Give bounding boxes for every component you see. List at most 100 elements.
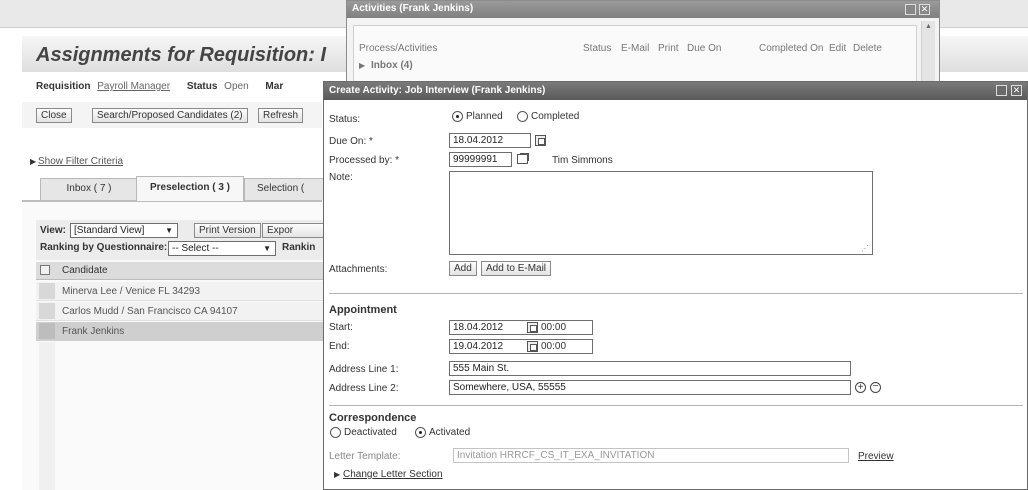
expand-arrow-icon: ▶ [334,470,341,479]
status-label: Status [186,81,218,92]
table-row[interactable]: Frank Jenkins [36,322,324,341]
tab-selection-label: Selection ( [257,183,305,194]
add-to-email-button[interactable]: Add to E-Mail [481,261,552,276]
table-settings-icon[interactable] [40,265,50,275]
tab-preselection-label: Preselection ( 3 ) [149,182,231,193]
activities-scrollbar[interactable]: ▲ [921,21,935,83]
candidate-column-header: Candidate [62,265,108,276]
start-label: Start: [329,322,353,333]
end-date-input[interactable]: 19.04.2012 [449,339,593,354]
radio-activated[interactable] [415,427,426,438]
activities-content [353,25,917,83]
letter-template-input: Invitation HRRCF_CS_IT_EXA_INVITATION [453,448,849,463]
candidate-name: Minerva Lee / Venice FL 34293 [62,286,201,297]
radio-completed-label: Completed [531,111,580,122]
row-selector[interactable] [39,303,55,319]
minus-icon[interactable]: − [870,382,881,393]
value-help-icon[interactable] [517,154,528,164]
maximize-icon[interactable] [996,85,1007,96]
col-due-on: Due On [687,43,722,54]
address-line1-input[interactable]: 555 Main St. [449,361,851,376]
processed-by-name: Tim Simmons [552,155,613,166]
mar-label: Mar [265,81,284,92]
col-status: Status [583,43,612,54]
view-select[interactable]: [Standard View] ▼ [70,223,178,238]
view-label: View: [40,225,66,236]
end-time-value[interactable]: 00:00 [541,341,566,352]
preview-link[interactable]: Preview [858,451,894,462]
chevron-down-icon: ▼ [165,226,173,235]
radio-deactivated[interactable] [330,427,341,438]
requisition-link[interactable]: Payroll Manager [97,81,170,92]
requisition-label: Requisition [36,81,91,92]
section-divider [329,293,1023,294]
plus-icon[interactable]: + [855,382,866,393]
due-on-input[interactable]: 18.04.2012 [449,133,531,148]
processed-by-label: Processed by: * [329,155,400,166]
export-button[interactable]: Expor [262,223,326,238]
start-time-value[interactable]: 00:00 [541,322,566,333]
expand-arrow-icon[interactable]: ▶ [359,61,365,70]
expand-arrow-icon: ▶ [30,157,37,166]
address-line1-label: Address Line 1: [329,364,399,375]
col-edit: Edit [829,43,847,54]
calendar-icon[interactable] [535,135,546,146]
tab-inbox[interactable]: Inbox ( 7 ) [40,178,138,200]
close-button[interactable]: Close [36,108,72,123]
change-letter-section-link[interactable]: Change Letter Section [343,469,443,480]
address-line2-input[interactable]: Somewhere, USA, 55555 [449,380,851,395]
calendar-icon[interactable] [527,341,538,352]
dialog-titlebar: Create Activity: Job Interview (Frank Je… [324,82,1027,100]
activities-titlebar: Activities (Frank Jenkins) [347,1,939,18]
row-selector[interactable] [39,323,55,339]
col-completed-on: Completed On [759,43,824,54]
tab-inbox-label: Inbox ( 7 ) [66,183,112,194]
scroll-up-icon[interactable]: ▲ [925,23,932,30]
start-date-input[interactable]: 18.04.2012 [449,320,593,335]
radio-planned[interactable] [452,111,463,122]
radio-completed[interactable] [517,111,528,122]
row-selector[interactable] [39,283,55,299]
search-proposed-button[interactable]: Search/Proposed Candidates (2) [92,108,248,123]
end-label: End: [329,341,350,352]
letter-template-label: Letter Template: [329,451,401,462]
candidate-table: Candidate Minerva Lee / Venice FL 34293 … [36,262,324,342]
requisition-info: Requisition Payroll Manager Status Open … [36,81,283,92]
candidate-name: Frank Jenkins [62,326,125,337]
print-version-button[interactable]: Print Version [194,223,261,238]
chevron-down-icon: ▼ [263,244,271,253]
col-email: E-Mail [621,43,650,54]
table-row[interactable]: Carlos Mudd / San Francisco CA 94107 [36,302,324,321]
note-label: Note: [329,172,353,183]
add-attachment-button[interactable]: Add [449,261,477,276]
show-filter-link[interactable]: Show Filter Criteria [38,156,123,167]
status-label: Status: [329,114,361,125]
refresh-button[interactable]: Refresh [258,108,304,123]
close-icon[interactable]: ✕ [1011,85,1022,96]
col-delete: Delete [853,43,882,54]
correspondence-header: Correspondence [329,412,417,424]
table-header: Candidate [36,262,324,280]
calendar-icon[interactable] [527,322,538,333]
note-textarea[interactable]: ⋰ [449,171,873,255]
attachments-label: Attachments: [329,264,388,275]
page-title: Assignments for Requisition: I [36,44,327,66]
section-divider [329,405,1023,406]
close-icon[interactable]: ✕ [919,4,930,15]
inbox-node[interactable]: Inbox (4) [371,60,413,71]
ranking-label: Rankin [282,242,316,253]
processed-by-input[interactable]: 99999991 [449,152,512,167]
maximize-icon[interactable] [905,4,916,15]
table-row[interactable]: Minerva Lee / Venice FL 34293 [36,282,324,301]
ranking-questionnaire-label: Ranking by Questionnaire: [40,242,168,253]
tab-preselection[interactable]: Preselection ( 3 ) [136,176,244,201]
resize-grip-icon[interactable]: ⋰ [861,244,869,253]
view-select-value: [Standard View] [74,225,145,236]
ranking-questionnaire-select[interactable]: -- Select -- ▼ [168,241,276,256]
create-activity-dialog: Create Activity: Job Interview (Frank Je… [323,81,1028,490]
col-process: Process/Activities [359,43,438,54]
tab-selection[interactable]: Selection ( [244,178,324,200]
col-print: Print [658,43,679,54]
candidate-name: Carlos Mudd / San Francisco CA 94107 [62,306,238,317]
radio-deactivated-label: Deactivated [344,427,397,438]
